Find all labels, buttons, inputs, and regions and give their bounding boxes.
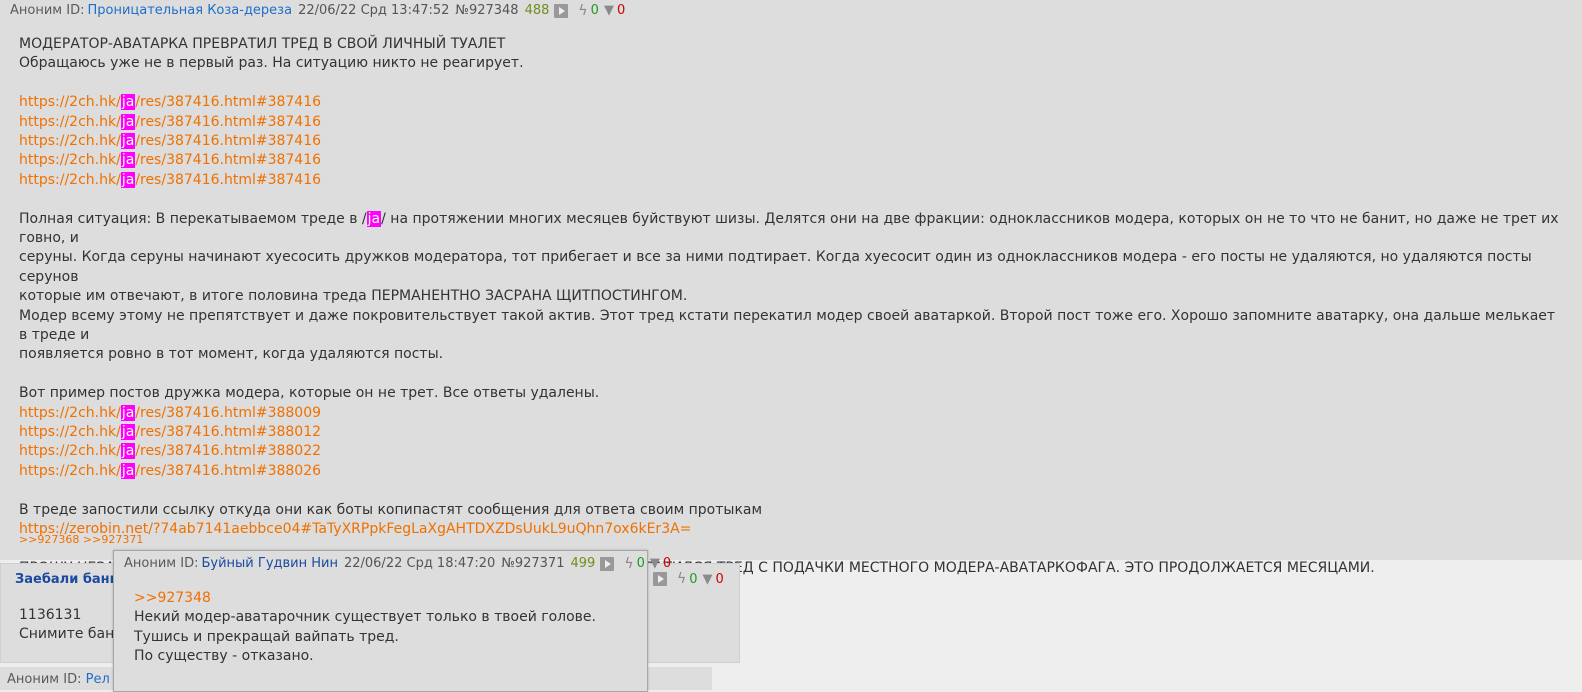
post-preview-popup: Аноним ID: Буйный Гудвин Нин 22/06/22 Ср…: [113, 550, 671, 692]
post-line: Тушись и прекращай вайпать тред.: [134, 628, 399, 645]
post-line: По существу - отказано.: [134, 648, 314, 665]
like-count: 0: [636, 556, 645, 571]
thread-link[interactable]: https://2ch.hk/ja/res/387416.html#387416: [19, 171, 321, 188]
post-body: 1136131 Снимите бан: [19, 606, 114, 645]
bolt-icon[interactable]: ϟ: [578, 2, 587, 20]
reply-links[interactable]: >>927368 >>927371: [19, 533, 143, 546]
thread-link[interactable]: https://2ch.hk/ja/res/387416.html#388022: [19, 443, 321, 460]
post-line: МОДЕРАТОР-АВАТАРКА ПРЕВРАТИЛ ТРЕД В СВОЙ…: [19, 36, 506, 52]
post-line: Вот пример постов дружка модера, которые…: [19, 385, 600, 402]
main-post: Аноним ID: Проницательная Коза-дереза 22…: [0, 0, 1582, 576]
bolt-icon[interactable]: ϟ: [624, 555, 633, 573]
author-name: Аноним ID:: [124, 556, 199, 571]
post-header: Аноним ID: Рел: [7, 672, 110, 687]
poster-id[interactable]: Рел: [86, 672, 110, 687]
post-line: появляется ровно в тот момент, когда уда…: [19, 346, 444, 363]
post-title: Заебали бани: [15, 572, 119, 587]
post-number[interactable]: №927348: [455, 2, 518, 20]
like-count: 0: [590, 3, 599, 18]
post-header: Аноним ID: Проницательная Коза-дереза 22…: [10, 2, 625, 20]
dislike-count: 0: [715, 571, 724, 587]
play-icon[interactable]: [653, 572, 667, 586]
thread-link[interactable]: https://2ch.hk/ja/res/387416.html#388026: [19, 462, 321, 479]
post-counter: 499: [570, 556, 596, 571]
post-header-controls: ϟ 0 ▼ 0: [653, 571, 724, 587]
post-header: Аноним ID: Буйный Гудвин Нин 22/06/22 Ср…: [124, 555, 671, 573]
post-date: 22/06/22 Срд 18:47:20: [343, 556, 496, 571]
thread-link[interactable]: https://2ch.hk/ja/res/387416.html#387416: [19, 152, 321, 169]
thumbs-down-icon[interactable]: ▼: [703, 572, 713, 587]
reply-ref-link[interactable]: >>927348: [134, 589, 596, 608]
thread-link[interactable]: https://2ch.hk/ja/res/387416.html#388009: [19, 404, 321, 421]
post-line: Обращаюсь уже не в первый раз. На ситуац…: [19, 55, 524, 72]
play-icon[interactable]: [600, 557, 615, 571]
post-line: Снимите бан: [19, 626, 115, 643]
bolt-icon[interactable]: ϟ: [677, 571, 686, 587]
play-icon[interactable]: [554, 4, 569, 18]
post-body: МОДЕРАТОР-АВАТАРКА ПРЕВРАТИЛ ТРЕД В СВОЙ…: [19, 35, 1559, 578]
post-line: Модер всему этому не препятствует и даже…: [19, 307, 1556, 344]
post-line: серуны. Когда серуны начинают хуесосить …: [19, 249, 1532, 285]
post-line: В треде запостили ссылку откуда они как …: [19, 501, 763, 518]
post-line: Полная ситуация: В перекатываемом треде …: [19, 210, 1559, 247]
thread-link[interactable]: https://2ch.hk/ja/res/387416.html#387416: [19, 94, 321, 111]
poster-id[interactable]: Проницательная Коза-дереза: [87, 2, 292, 20]
post-line: 1136131: [19, 607, 82, 623]
thumbs-down-icon[interactable]: ▼: [650, 555, 660, 573]
post-counter: 488: [524, 3, 550, 18]
like-count: 0: [689, 571, 698, 587]
dislike-count: 0: [616, 3, 626, 18]
thumbs-down-icon[interactable]: ▼: [604, 2, 614, 20]
post-body: >>927348 Некий модер-аватарочник существ…: [134, 589, 596, 667]
dislike-count: 0: [662, 556, 672, 571]
author-name: Аноним ID:: [10, 3, 85, 18]
poster-id[interactable]: Буйный Гудвин Нин: [201, 555, 337, 573]
thread-link[interactable]: https://2ch.hk/ja/res/387416.html#387416: [19, 113, 321, 130]
post-line: Некий модер-аватарочник существует тольк…: [134, 609, 596, 626]
thread-link[interactable]: https://2ch.hk/ja/res/387416.html#388012: [19, 424, 321, 441]
post-date: 22/06/22 Срд 13:47:52: [298, 3, 450, 18]
thread-link[interactable]: https://2ch.hk/ja/res/387416.html#387416: [19, 133, 321, 150]
post-line: которые им отвечают, в итоге половина тр…: [19, 288, 688, 305]
post-number[interactable]: №927371: [501, 555, 564, 573]
